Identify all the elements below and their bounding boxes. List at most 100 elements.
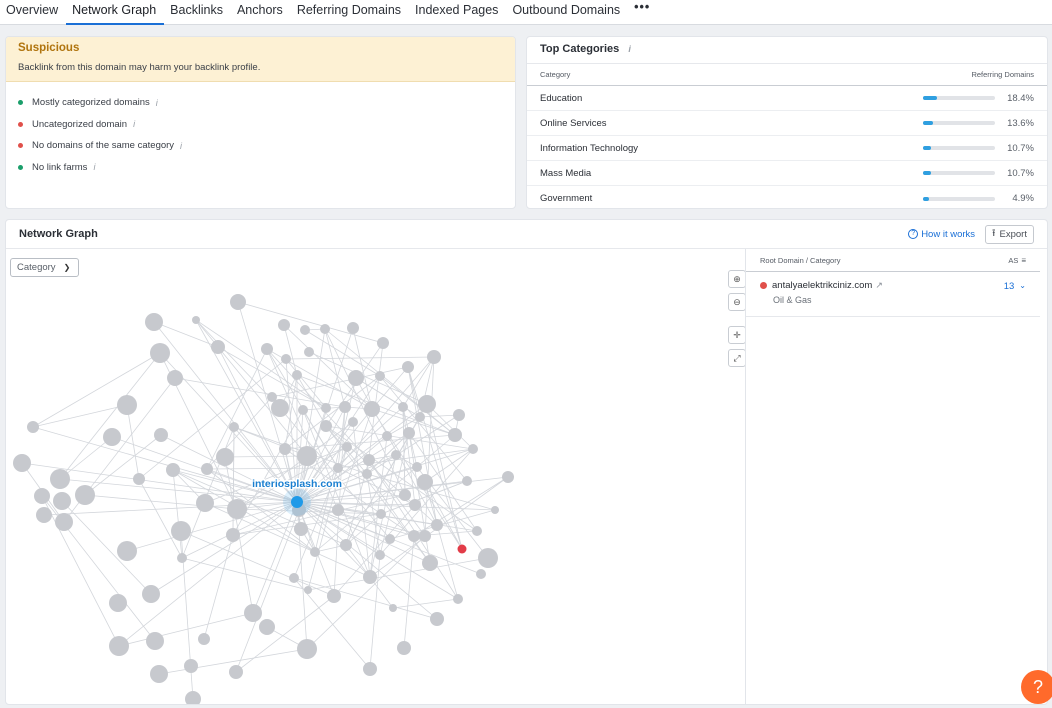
graph-node[interactable] [109,636,129,656]
graph-node[interactable] [382,431,392,441]
category-dropdown[interactable]: Category ❯ [10,258,79,277]
graph-node[interactable] [55,513,73,531]
graph-node[interactable] [259,619,275,635]
graph-node[interactable] [294,522,308,536]
graph-node[interactable] [340,539,352,551]
zoom-out-button[interactable]: ⊖ [728,293,746,311]
graph-node[interactable] [453,409,465,421]
tab-network-graph[interactable]: Network Graph [66,0,165,25]
graph-node[interactable] [36,507,52,523]
graph-node[interactable] [310,547,320,557]
graph-node[interactable] [150,665,168,683]
graph-node[interactable] [376,509,386,519]
graph-node[interactable] [375,550,385,560]
graph-node[interactable] [53,492,71,510]
info-icon[interactable]: i [628,44,631,54]
how-it-works-link[interactable]: ? How it works [908,229,975,240]
info-icon[interactable]: i [156,98,158,108]
graph-node[interactable] [150,343,170,363]
graph-node[interactable] [419,530,431,542]
graph-node[interactable] [50,469,70,489]
graph-node[interactable] [415,412,425,422]
graph-node[interactable] [229,422,239,432]
graph-node[interactable] [13,454,31,472]
graph-node[interactable] [281,354,291,364]
graph-node[interactable] [462,476,472,486]
fullscreen-button[interactable]: ⤢ [728,349,746,367]
authority-score[interactable]: 13 ⌄ [1004,280,1026,308]
tab-outbound-domains[interactable]: Outbound Domains [506,0,628,25]
graph-node[interactable] [297,639,317,659]
graph-node[interactable] [347,322,359,334]
graph-node[interactable] [142,585,160,603]
graph-node[interactable] [417,474,433,490]
graph-node[interactable] [171,521,191,541]
graph-node[interactable] [448,428,462,442]
graph-node[interactable] [502,471,514,483]
graph-node[interactable] [103,428,121,446]
graph-node[interactable] [412,462,422,472]
graph-node[interactable] [398,402,408,412]
graph-node[interactable] [27,421,39,433]
graph-node[interactable] [339,401,351,413]
graph-node[interactable] [244,604,262,622]
graph-node[interactable] [133,473,145,485]
graph-node[interactable] [145,313,163,331]
center-domain-node[interactable] [291,496,303,508]
graph-node[interactable] [397,641,411,655]
domain-row[interactable]: antalyaelektrikciniz.com ↗ Oil & Gas 13 … [746,272,1040,317]
more-tabs-icon[interactable]: ••• [628,0,658,25]
graph-node[interactable] [304,347,314,357]
graph-node[interactable] [154,428,168,442]
graph-node[interactable] [476,569,486,579]
graph-node[interactable] [430,612,444,626]
graph-node[interactable] [298,405,308,415]
graph-node[interactable] [472,526,482,536]
graph-node[interactable] [192,316,200,324]
graph-node[interactable] [327,589,341,603]
graph-node[interactable] [391,450,401,460]
graph-node[interactable] [185,691,201,705]
center-graph-button[interactable]: ✛ [728,326,746,344]
graph-canvas[interactable]: interiosplash.com Category ❯ ⊕ ⊖ ✛ ⤢ [6,249,746,705]
graph-node[interactable] [375,371,385,381]
graph-node[interactable] [453,594,463,604]
graph-node[interactable] [297,446,317,466]
graph-node[interactable] [184,659,198,673]
graph-node[interactable] [320,420,332,432]
graph-node[interactable] [304,586,312,594]
graph-node[interactable] [348,370,364,386]
tab-indexed-pages[interactable]: Indexed Pages [409,0,506,25]
selected-domain-node[interactable] [457,544,467,554]
graph-node[interactable] [167,370,183,386]
zoom-in-button[interactable]: ⊕ [728,270,746,288]
graph-node[interactable] [166,463,180,477]
domain-link[interactable]: antalyaelektrikciniz.com [772,280,872,291]
tab-overview[interactable]: Overview [0,0,66,25]
graph-node[interactable] [177,553,187,563]
graph-node[interactable] [478,548,498,568]
graph-node[interactable] [333,463,343,473]
help-button[interactable]: ? [1021,670,1052,704]
graph-node[interactable] [491,506,499,514]
graph-node[interactable] [468,444,478,454]
graph-node[interactable] [279,443,291,455]
graph-node[interactable] [409,499,421,511]
graph-node[interactable] [226,528,240,542]
graph-node[interactable] [278,319,290,331]
graph-node[interactable] [418,395,436,413]
graph-node[interactable] [403,427,415,439]
graph-node[interactable] [342,442,352,452]
graph-node[interactable] [362,469,372,479]
graph-node[interactable] [363,662,377,676]
tab-referring-domains[interactable]: Referring Domains [291,0,409,25]
graph-node[interactable] [198,633,210,645]
graph-node[interactable] [34,488,50,504]
graph-node[interactable] [389,604,397,612]
graph-node[interactable] [109,594,127,612]
graph-node[interactable] [201,463,213,475]
graph-node[interactable] [377,337,389,349]
graph-node[interactable] [364,401,380,417]
graph-node[interactable] [146,632,164,650]
graph-node[interactable] [117,395,137,415]
